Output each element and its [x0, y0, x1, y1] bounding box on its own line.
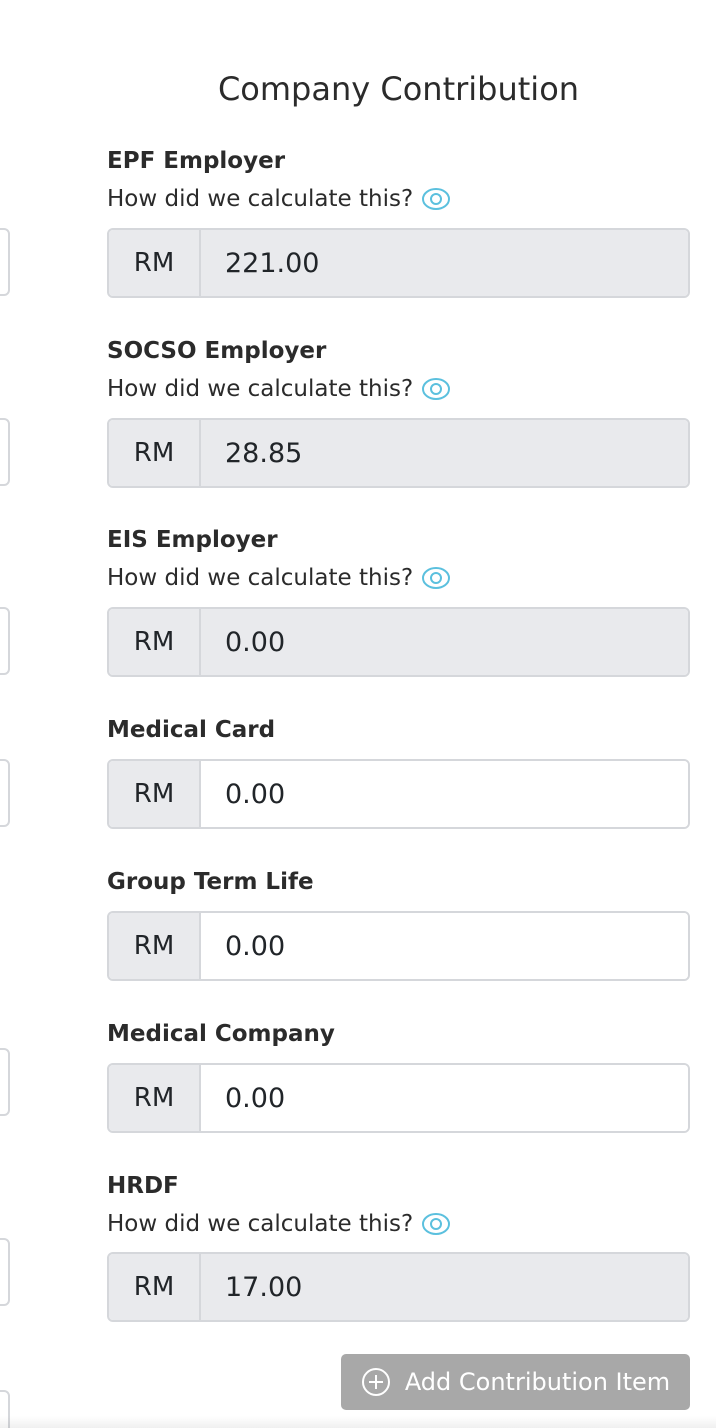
- hrdf-field: 17.00: [201, 1254, 688, 1320]
- calc-hint-text: How did we calculate this?: [107, 376, 414, 402]
- eis-employer-group: EIS Employer How did we calculate this? …: [107, 525, 690, 677]
- epf-employer-field: 221.00: [201, 230, 688, 296]
- medical-card-input-group: RM 0.00: [107, 759, 690, 829]
- left-column-input[interactable]: [0, 607, 10, 675]
- calc-hint-text: How did we calculate this?: [107, 1211, 414, 1237]
- medical-company-label: Medical Company: [107, 1021, 335, 1047]
- socso-employer-field: 28.85: [201, 420, 688, 486]
- currency-addon: RM: [109, 420, 201, 486]
- eye-icon[interactable]: [421, 563, 451, 593]
- calc-hint: How did we calculate this?: [107, 563, 690, 593]
- eis-employer-label: EIS Employer: [107, 527, 278, 553]
- eye-icon[interactable]: [421, 374, 451, 404]
- calc-hint-text: How did we calculate this?: [107, 186, 414, 212]
- socso-employer-group: SOCSO Employer How did we calculate this…: [107, 336, 690, 488]
- group-term-life-input-group: RM 0.00: [107, 911, 690, 981]
- plus-circle-icon: [361, 1367, 391, 1397]
- group-term-life-group: Group Term Life RM 0.00: [107, 867, 690, 981]
- left-column-input[interactable]: [0, 1048, 10, 1116]
- group-term-life-label: Group Term Life: [107, 869, 314, 895]
- hrdf-group: HRDF How did we calculate this? RM 17.00: [107, 1171, 690, 1322]
- hrdf-label: HRDF: [107, 1173, 179, 1199]
- calc-hint: How did we calculate this?: [107, 1209, 690, 1239]
- epf-employer-group: EPF Employer How did we calculate this? …: [107, 146, 690, 298]
- medical-card-label: Medical Card: [107, 717, 276, 743]
- eye-icon[interactable]: [421, 1209, 451, 1239]
- currency-addon: RM: [109, 1254, 201, 1320]
- eis-employer-input-group: RM 0.00: [107, 607, 690, 677]
- bottom-shadow: [0, 1416, 716, 1428]
- left-column-input[interactable]: [0, 759, 10, 827]
- currency-addon: RM: [109, 609, 201, 675]
- currency-addon: RM: [109, 230, 201, 296]
- calc-hint: How did we calculate this?: [107, 374, 690, 404]
- medical-card-input[interactable]: 0.00: [201, 761, 688, 827]
- calc-hint-text: How did we calculate this?: [107, 565, 414, 591]
- section-title: Company Contribution: [217, 70, 580, 108]
- socso-employer-label: SOCSO Employer: [107, 338, 327, 364]
- add-contribution-item-button[interactable]: Add Contribution Item: [341, 1354, 690, 1410]
- epf-employer-label: EPF Employer: [107, 148, 286, 174]
- calc-hint: How did we calculate this?: [107, 184, 690, 214]
- hrdf-input-group: RM 17.00: [107, 1252, 690, 1322]
- add-contribution-item-label: Add Contribution Item: [404, 1368, 671, 1396]
- medical-company-input-group: RM 0.00: [107, 1063, 690, 1133]
- currency-addon: RM: [109, 761, 201, 827]
- currency-addon: RM: [109, 1065, 201, 1131]
- eye-icon[interactable]: [421, 184, 451, 214]
- group-term-life-input[interactable]: 0.00: [201, 913, 688, 979]
- medical-card-group: Medical Card RM 0.00: [107, 715, 690, 829]
- currency-addon: RM: [109, 913, 201, 979]
- socso-employer-input-group: RM 28.85: [107, 418, 690, 488]
- medical-company-input[interactable]: 0.00: [201, 1065, 688, 1131]
- left-column-input[interactable]: [0, 228, 10, 296]
- epf-employer-input-group: RM 221.00: [107, 228, 690, 298]
- company-contribution-panel: Company Contribution EPF Employer How di…: [0, 0, 716, 1428]
- eis-employer-field: 0.00: [201, 609, 688, 675]
- left-column-input[interactable]: [0, 418, 10, 486]
- left-column-input[interactable]: [0, 1238, 10, 1306]
- medical-company-group: Medical Company RM 0.00: [107, 1019, 690, 1133]
